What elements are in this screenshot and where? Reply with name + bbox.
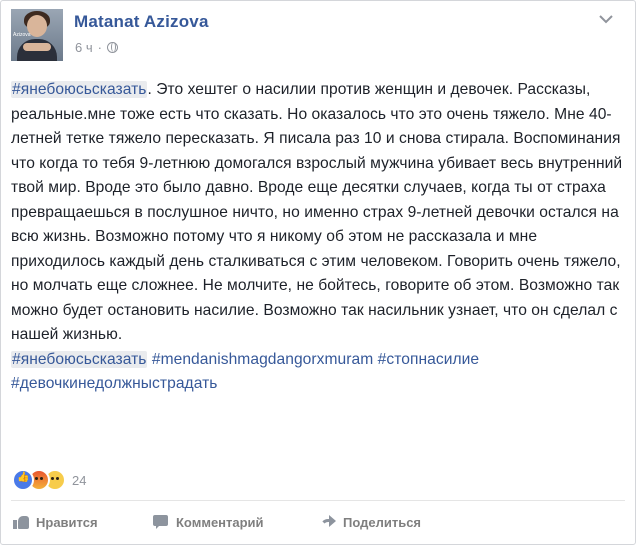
thumbs-up-icon — [13, 515, 29, 529]
like-reaction-icon — [12, 469, 34, 491]
action-bar: Нравится Комментарий Поделиться — [13, 509, 613, 537]
hashtag-link[interactable]: #девочкинедолжныстрадать — [11, 375, 217, 392]
hashtag-link[interactable]: #mendanishmagdangorxmuram — [152, 351, 373, 368]
like-label: Нравится — [36, 514, 98, 530]
globe-icon — [106, 42, 118, 53]
hashtag-link[interactable]: #стопнасилие — [378, 351, 479, 368]
avatar-hands — [23, 43, 51, 51]
comment-label: Комментарий — [176, 514, 264, 530]
post-text: #янебоюсьсказать. Это хештег о насилии п… — [11, 78, 627, 397]
post-card: Azizova Matanat Azizova 6 ч · #янебоюсьс… — [0, 0, 636, 545]
reaction-count[interactable]: 24 — [72, 473, 86, 488]
like-button[interactable]: Нравится — [13, 509, 153, 535]
comment-icon — [153, 515, 169, 529]
sad-face — [50, 477, 60, 483]
share-label: Поделиться — [343, 514, 422, 530]
avatar-caption: Azizova — [13, 32, 31, 38]
post-time[interactable]: 6 ч — [75, 40, 93, 55]
hashtag-link[interactable]: #янебоюсьсказать — [11, 81, 148, 98]
reaction-summary[interactable]: 24 — [12, 469, 86, 491]
author-name[interactable]: Matanat Azizova — [74, 12, 209, 32]
share-button[interactable]: Поделиться — [320, 509, 520, 535]
angry-face — [34, 477, 44, 483]
meta-separator: · — [97, 40, 102, 55]
post-paragraph: . Это хештег о насилии против женщин и д… — [11, 81, 627, 343]
chevron-down-icon[interactable] — [599, 12, 613, 26]
share-arrow-icon — [320, 515, 336, 529]
comment-button[interactable]: Комментарий — [153, 509, 320, 535]
post-header: Azizova Matanat Azizova 6 ч · — [11, 9, 627, 65]
avatar[interactable]: Azizova — [11, 9, 63, 61]
post-meta: 6 ч · — [75, 40, 118, 55]
divider — [11, 500, 625, 501]
hashtag-link[interactable]: #янебоюсьсказать — [11, 350, 148, 368]
